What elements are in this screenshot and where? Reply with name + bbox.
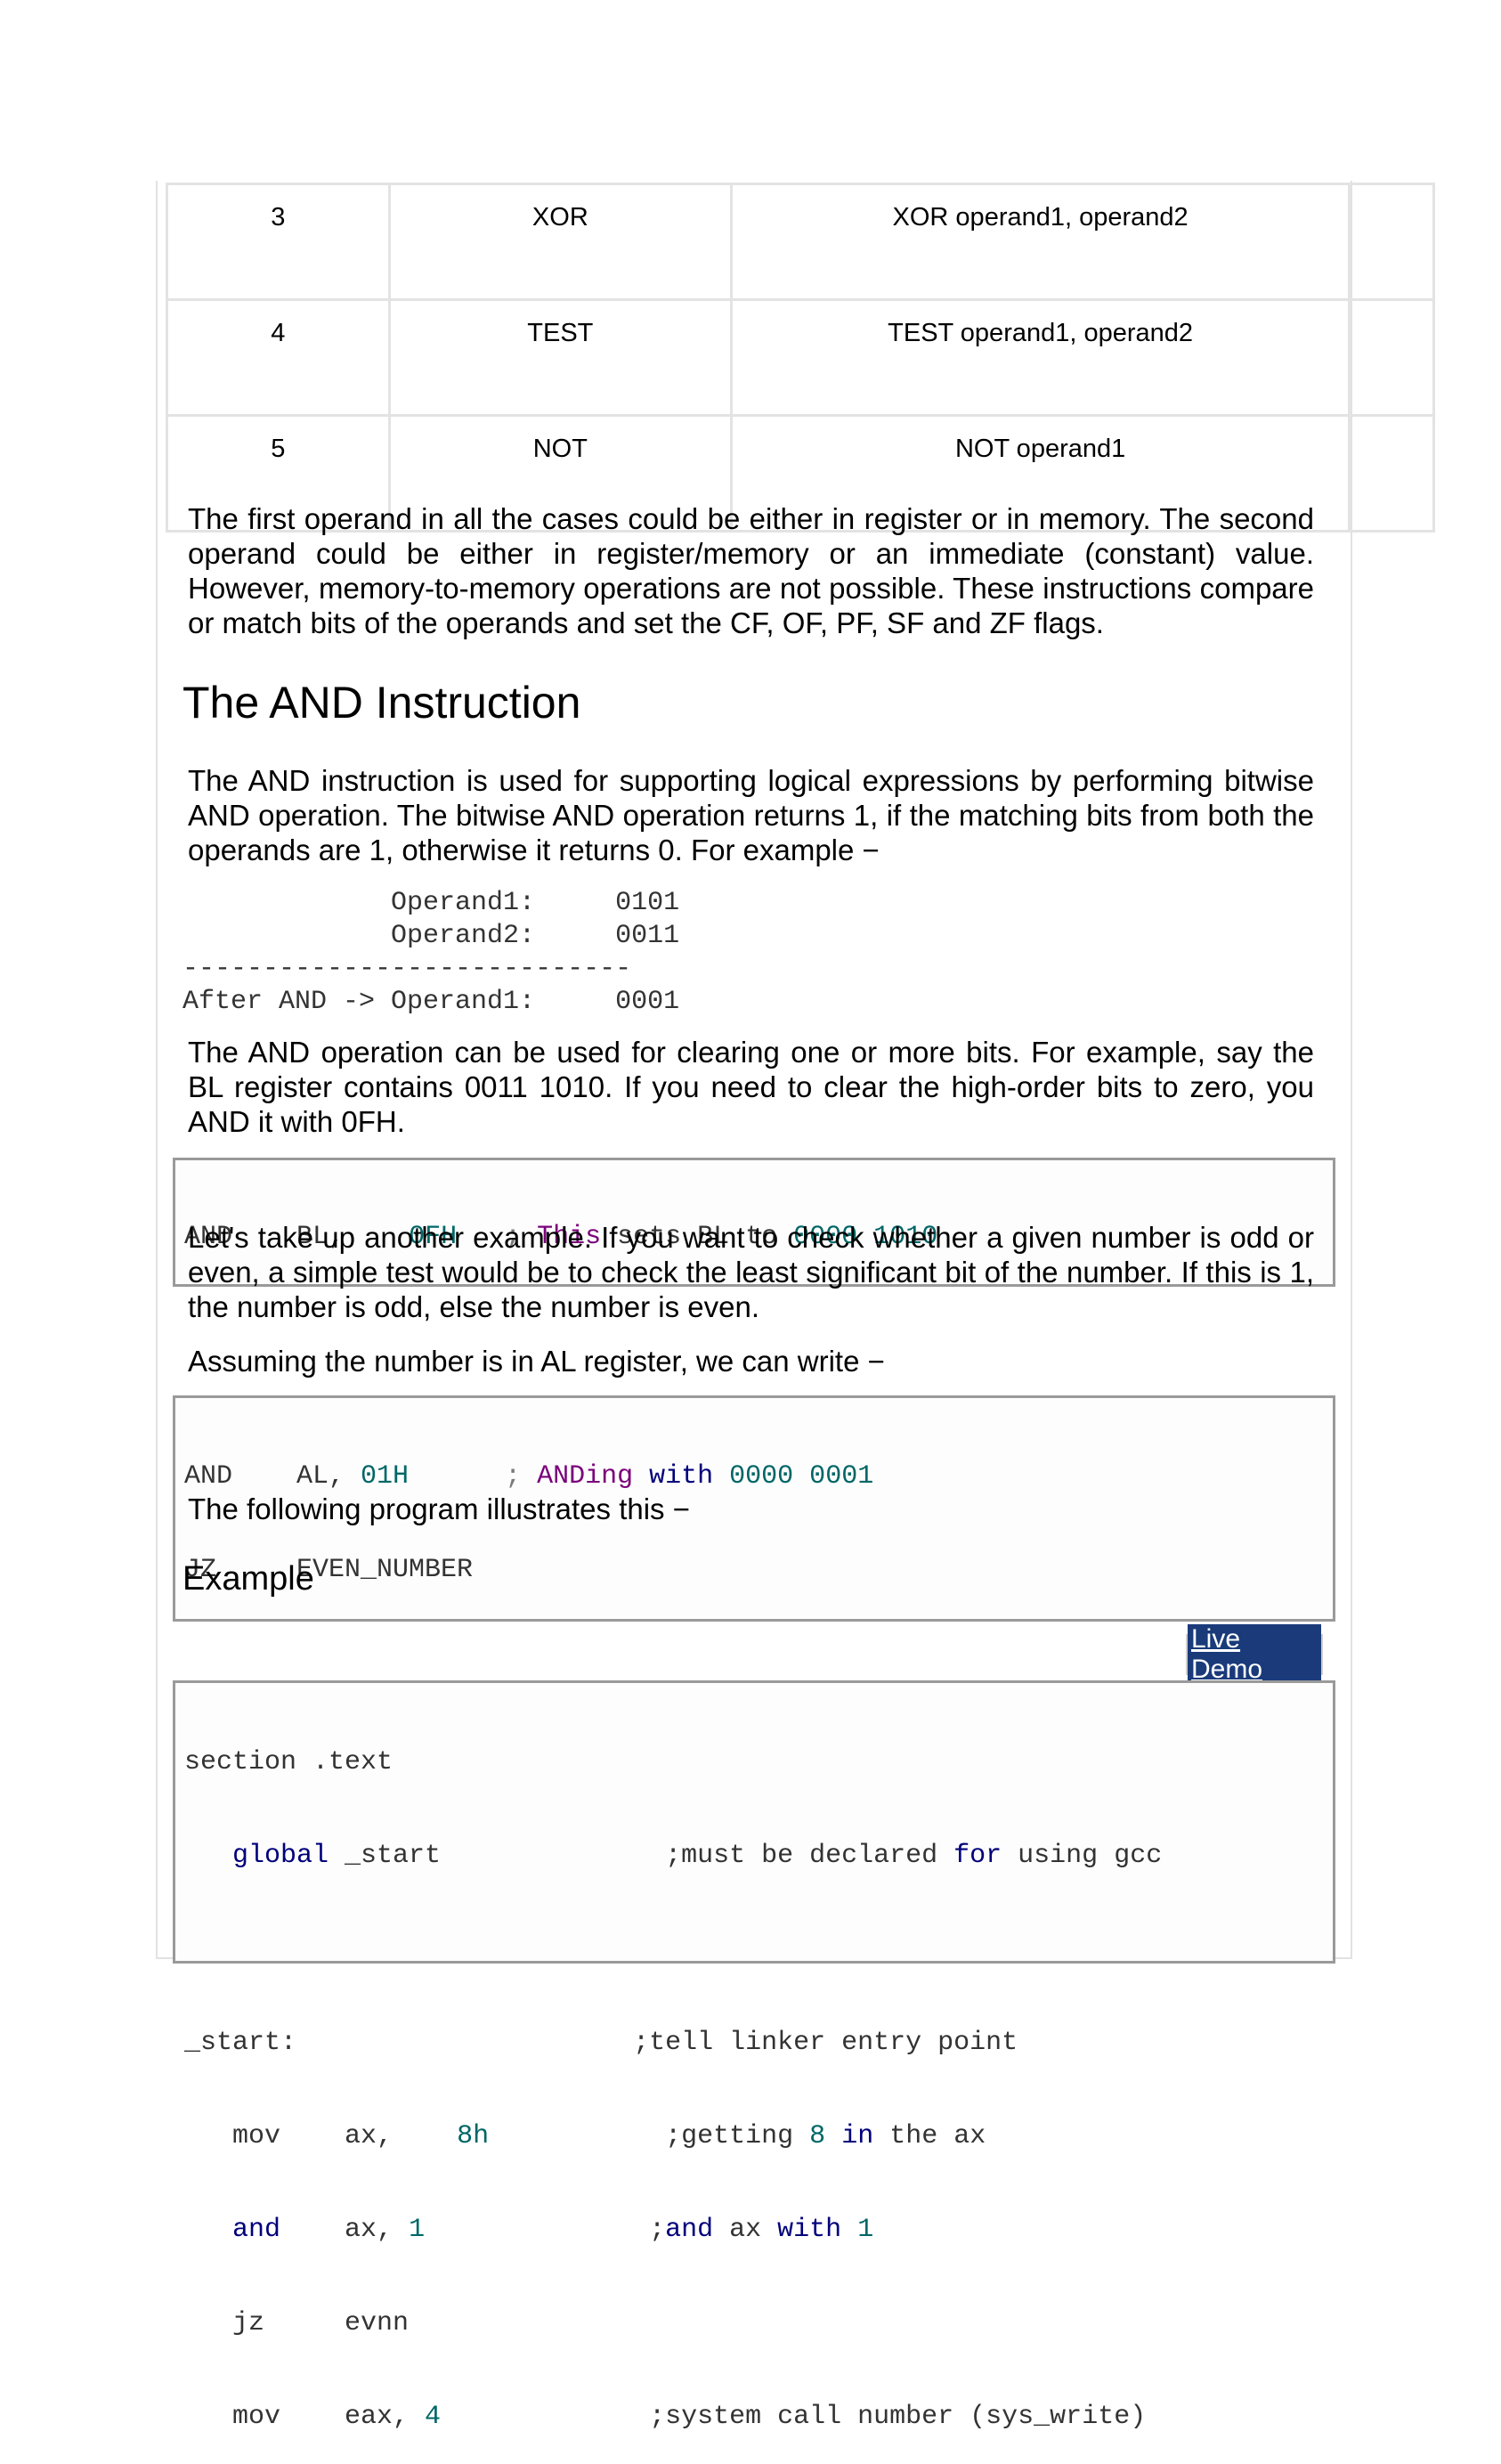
table-cell-num: 4 bbox=[166, 298, 391, 417]
code-token: in bbox=[841, 2121, 874, 2151]
code-token: 8 bbox=[809, 2121, 826, 2151]
code-token: AND bbox=[184, 1461, 297, 1492]
code-token: ;system call number (sys_write) bbox=[649, 2402, 1147, 2432]
paragraph-operands: The first operand in all the cases could… bbox=[188, 502, 1314, 639]
code-token: _start bbox=[329, 1841, 666, 1871]
code-line: global _start ;must be declared for usin… bbox=[175, 1840, 1333, 1873]
table-cell-instruction: TEST bbox=[387, 298, 734, 417]
code-line: section .text bbox=[184, 1747, 394, 1777]
code-token: for bbox=[953, 1841, 1002, 1871]
code-line: AND AL, 01H ; ANDing with 0000 0001 bbox=[175, 1460, 1333, 1493]
paragraph-clearing-bits: The AND operation can be used for cleari… bbox=[188, 1036, 1314, 1138]
code-token: and bbox=[665, 2215, 714, 2245]
code-token: AL, bbox=[296, 1461, 361, 1492]
table-cell-empty bbox=[1348, 298, 1435, 417]
bitwise-line: Operand2: 0011 bbox=[183, 921, 680, 951]
example-heading: Example bbox=[183, 1560, 314, 1598]
code-token: ;getting bbox=[665, 2121, 810, 2151]
table-cell-num: 3 bbox=[166, 183, 391, 301]
logical-instructions-table: 3 XOR XOR operand1, operand2 4 TEST TEST… bbox=[166, 183, 1435, 533]
paragraph-odd-even: Let's take up another example. If you wa… bbox=[188, 1221, 1314, 1323]
code-line: and ax, 1 ;and ax with 1 bbox=[175, 2214, 1333, 2247]
code-token: and bbox=[184, 2215, 281, 2245]
table-cell-format: TEST operand1, operand2 bbox=[730, 298, 1351, 417]
code-token: 4 bbox=[425, 2402, 442, 2432]
live-demo-button[interactable]: Live Demo bbox=[1186, 1624, 1323, 1685]
bitwise-line: After AND -> Operand1: 0001 bbox=[183, 987, 680, 1017]
paragraph-assuming: Assuming the number is in AL register, w… bbox=[188, 1345, 885, 1378]
code-line: JZ EVEN_NUMBER bbox=[184, 1555, 474, 1585]
code-token: ;tell linker entry point bbox=[633, 2028, 1018, 2058]
code-token: ; bbox=[649, 2215, 666, 2245]
code-token: 8h bbox=[457, 2121, 490, 2151]
table-row: 4 TEST TEST operand1, operand2 bbox=[166, 298, 1435, 417]
code-token: 1 bbox=[857, 2215, 874, 2245]
bitwise-example-block: Operand1: 0101 Operand2: 0011 -----------… bbox=[183, 887, 679, 1019]
bitwise-line: Operand1: 0101 bbox=[183, 888, 680, 918]
code-line: mov ax, 8h ;getting 8 in the ax bbox=[175, 2120, 1333, 2153]
code-token: ax, bbox=[280, 2215, 410, 2245]
live-demo-label[interactable]: Live Demo bbox=[1188, 1624, 1321, 1685]
paragraph-following: The following program illustrates this − bbox=[188, 1492, 690, 1525]
code-token: mov eax, bbox=[184, 2402, 426, 2432]
table-cell-empty bbox=[1348, 414, 1435, 533]
code-token: using gcc bbox=[1002, 1841, 1163, 1871]
code-token: with bbox=[777, 2215, 842, 2245]
code-token: _start: bbox=[184, 2028, 634, 2058]
code-token: 0000 0001 bbox=[729, 1461, 874, 1492]
code-line: jz evnn bbox=[184, 2308, 410, 2338]
code-token: ; bbox=[505, 1461, 538, 1492]
code-token: ax bbox=[713, 2215, 778, 2245]
bitwise-divider: ---------------------------- bbox=[183, 954, 632, 984]
code-token: ;must be declared bbox=[665, 1841, 954, 1871]
code-line: mov eax, 4 ;system call number (sys_writ… bbox=[175, 2401, 1333, 2434]
code-token: with bbox=[633, 1461, 730, 1492]
table-cell-empty bbox=[1348, 183, 1435, 301]
paragraph-and-instruction: The AND instruction is used for supporti… bbox=[188, 764, 1314, 866]
code-block-example-program: section .text global _start ;must be dec… bbox=[173, 1680, 1335, 2432]
table-cell-instruction: XOR bbox=[387, 183, 734, 301]
code-token: mov ax, bbox=[184, 2121, 458, 2151]
table-cell-format: XOR operand1, operand2 bbox=[730, 183, 1351, 301]
section-heading-and: The AND Instruction bbox=[183, 678, 581, 728]
table-row: 3 XOR XOR operand1, operand2 bbox=[166, 183, 1435, 301]
code-token: the ax bbox=[873, 2121, 986, 2151]
code-token: 01H bbox=[361, 1461, 410, 1492]
code-line: _start: ;tell linker entry point bbox=[175, 2027, 1333, 2060]
code-token: 1 bbox=[409, 2215, 426, 2245]
code-token: global bbox=[184, 1841, 329, 1871]
code-token: ANDing bbox=[537, 1461, 634, 1492]
